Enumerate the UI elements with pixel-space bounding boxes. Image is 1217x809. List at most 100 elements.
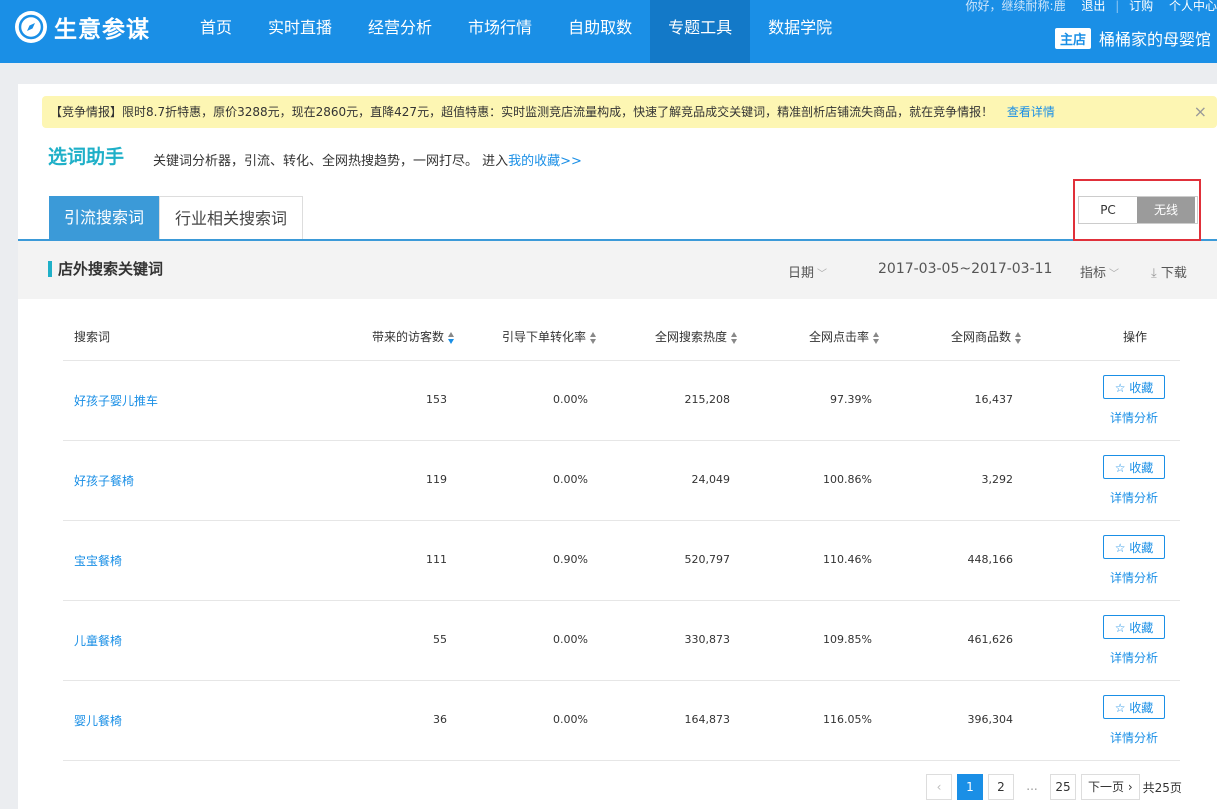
download-label: 下载 — [1160, 266, 1187, 281]
th-keyword: 搜索词 — [74, 330, 111, 344]
cell-ctr: 116.05% — [823, 713, 872, 726]
table-row: 好孩子婴儿推车 153 0.00% 215,208 97.39% 16,437 … — [63, 361, 1180, 441]
shop-switcher[interactable]: 主店 桶桶家的母婴馆 — [1055, 26, 1211, 50]
detail-analysis-link[interactable]: 详情分析 — [1110, 569, 1158, 586]
keyword-link[interactable]: 好孩子餐椅 — [74, 472, 134, 489]
th-action: 操作 — [1123, 330, 1148, 344]
cell-conversion: 0.00% — [553, 713, 588, 726]
cell-ctr: 110.46% — [823, 553, 872, 566]
star-icon: ☆ — [1114, 381, 1126, 395]
favorite-button[interactable]: ☆ 收藏 — [1103, 535, 1165, 559]
cell-visitors: 119 — [426, 473, 447, 486]
chevron-down-icon: ﹀ — [1109, 269, 1120, 280]
pagination: ‹ 1 2 ... 25 下一页 › 共25页 — [926, 773, 1182, 801]
table-header: 搜索词 带来的访客数 引导下单转化率 全网搜索热度 全网点击率 全网商品数 操作 — [63, 310, 1180, 361]
nav-item-data-academy[interactable]: 数据学院 — [750, 0, 850, 63]
detail-analysis-link[interactable]: 详情分析 — [1110, 489, 1158, 506]
cell-ctr: 100.86% — [823, 473, 872, 486]
keyword-link[interactable]: 儿童餐椅 — [74, 632, 122, 649]
table-row: 儿童餐椅 55 0.00% 330,873 109.85% 461,626 ☆ … — [63, 601, 1180, 681]
nav-item-self-service-data[interactable]: 自助取数 — [550, 0, 650, 63]
my-favorites-link[interactable]: 我的收藏>> — [508, 154, 582, 169]
cell-visitors: 111 — [426, 553, 447, 566]
page-button-2[interactable]: 2 — [988, 774, 1014, 800]
cell-conversion: 0.00% — [553, 473, 588, 486]
th-conversion[interactable]: 引导下单转化率 — [502, 328, 597, 345]
favorite-button[interactable]: ☆ 收藏 — [1103, 455, 1165, 479]
page-button-last[interactable]: 25 — [1050, 774, 1076, 800]
user-greeting: 你好，继续耐称:鹿 — [965, 0, 1066, 13]
cell-products: 461,626 — [967, 633, 1014, 646]
download-icon: ⤓ — [1151, 266, 1157, 281]
close-icon[interactable]: × — [1194, 96, 1207, 128]
subtitle-text: 关键词分析器，引流、转化、全网热搜趋势，一网打尽。 进入 — [153, 154, 509, 169]
favorite-button[interactable]: ☆ 收藏 — [1103, 615, 1165, 639]
sort-icon — [1015, 331, 1022, 344]
chevron-right-icon: › — [1127, 780, 1133, 794]
date-filter-label: 日期 — [788, 266, 815, 281]
cell-visitors: 55 — [433, 633, 447, 646]
logout-link[interactable]: 退出 — [1081, 0, 1105, 13]
notice-details-link[interactable]: 查看详情 — [1007, 105, 1055, 119]
keyword-link[interactable]: 宝宝餐椅 — [74, 552, 122, 569]
favorite-button[interactable]: ☆ 收藏 — [1103, 375, 1165, 399]
sort-icon — [731, 331, 738, 344]
detail-analysis-link[interactable]: 详情分析 — [1110, 649, 1158, 666]
detail-analysis-link[interactable]: 详情分析 — [1110, 409, 1158, 426]
keyword-link[interactable]: 婴儿餐椅 — [74, 712, 122, 729]
section-header: 店外搜索关键词 日期 ﹀ 2017-03-05~2017-03-11 指标 ﹀ ⤓ … — [18, 241, 1217, 299]
personal-center-link[interactable]: 个人中心 — [1169, 0, 1217, 13]
device-toggle: PC 无线 — [1078, 196, 1198, 224]
star-icon: ☆ — [1114, 621, 1126, 635]
th-products[interactable]: 全网商品数 — [951, 328, 1022, 345]
tab-bar: 引流搜索词 行业相关搜索词 — [49, 196, 304, 239]
device-option-wireless[interactable]: 无线 — [1137, 197, 1195, 223]
cell-products: 448,166 — [967, 553, 1014, 566]
cell-conversion: 0.90% — [553, 553, 588, 566]
device-option-pc[interactable]: PC — [1079, 197, 1137, 223]
app-logo[interactable]: 生意参谋 — [15, 10, 150, 44]
page-title: 选词助手 — [48, 146, 125, 168]
cell-conversion: 0.00% — [553, 633, 588, 646]
section-accent-bar — [48, 261, 52, 277]
download-button[interactable]: ⤓ 下载 — [1151, 262, 1187, 281]
order-link[interactable]: 订购 — [1129, 0, 1153, 13]
chevron-down-icon: ﹀ — [817, 269, 828, 280]
nav-item-home[interactable]: 首页 — [182, 0, 250, 63]
cell-products: 16,437 — [974, 393, 1014, 406]
cell-conversion: 0.00% — [553, 393, 588, 406]
metric-filter-label: 指标 — [1080, 266, 1107, 281]
date-filter[interactable]: 日期 ﹀ — [788, 262, 827, 281]
favorite-button[interactable]: ☆ 收藏 — [1103, 695, 1165, 719]
app-name: 生意参谋 — [54, 17, 150, 43]
notice-text: 【竞争情报】限时8.7折特惠，原价3288元，现在2860元，直降427元，超值… — [50, 105, 994, 119]
tab-industry-search-words[interactable]: 行业相关搜索词 — [159, 196, 304, 239]
th-search-heat[interactable]: 全网搜索热度 — [655, 328, 738, 345]
metric-filter[interactable]: 指标 ﹀ — [1080, 262, 1119, 281]
sort-icon — [873, 331, 880, 344]
tab-traffic-search-words[interactable]: 引流搜索词 — [49, 196, 160, 239]
page-total: 共25页 — [1142, 780, 1182, 795]
cell-ctr: 97.39% — [830, 393, 872, 406]
nav-item-realtime[interactable]: 实时直播 — [250, 0, 350, 63]
keyword-link[interactable]: 好孩子婴儿推车 — [74, 392, 158, 409]
nav-item-business-analysis[interactable]: 经营分析 — [350, 0, 450, 63]
cell-search-heat: 215,208 — [684, 393, 731, 406]
keyword-table: 搜索词 带来的访客数 引导下单转化率 全网搜索热度 全网点击率 全网商品数 操作… — [63, 310, 1180, 761]
next-page-button[interactable]: 下一页 › — [1081, 774, 1140, 800]
detail-analysis-link[interactable]: 详情分析 — [1110, 729, 1158, 746]
user-links: 你好，继续耐称:鹿 退出 | 订购 个人中心 — [965, 0, 1217, 13]
cell-products: 3,292 — [981, 473, 1014, 486]
table-row: 好孩子餐椅 119 0.00% 24,049 100.86% 3,292 ☆ 收… — [63, 441, 1180, 521]
star-icon: ☆ — [1114, 541, 1126, 555]
nav-item-market[interactable]: 市场行情 — [450, 0, 550, 63]
th-ctr[interactable]: 全网点击率 — [809, 328, 880, 345]
nav-item-special-tools[interactable]: 专题工具 — [650, 0, 751, 63]
cell-products: 396,304 — [967, 713, 1014, 726]
th-visitors[interactable]: 带来的访客数 — [372, 328, 455, 345]
page-button-1[interactable]: 1 — [957, 774, 983, 800]
cell-search-heat: 520,797 — [684, 553, 731, 566]
cell-search-heat: 164,873 — [684, 713, 731, 726]
table-row: 宝宝餐椅 111 0.90% 520,797 110.46% 448,166 ☆… — [63, 521, 1180, 601]
prev-page-button[interactable]: ‹ — [926, 774, 952, 800]
